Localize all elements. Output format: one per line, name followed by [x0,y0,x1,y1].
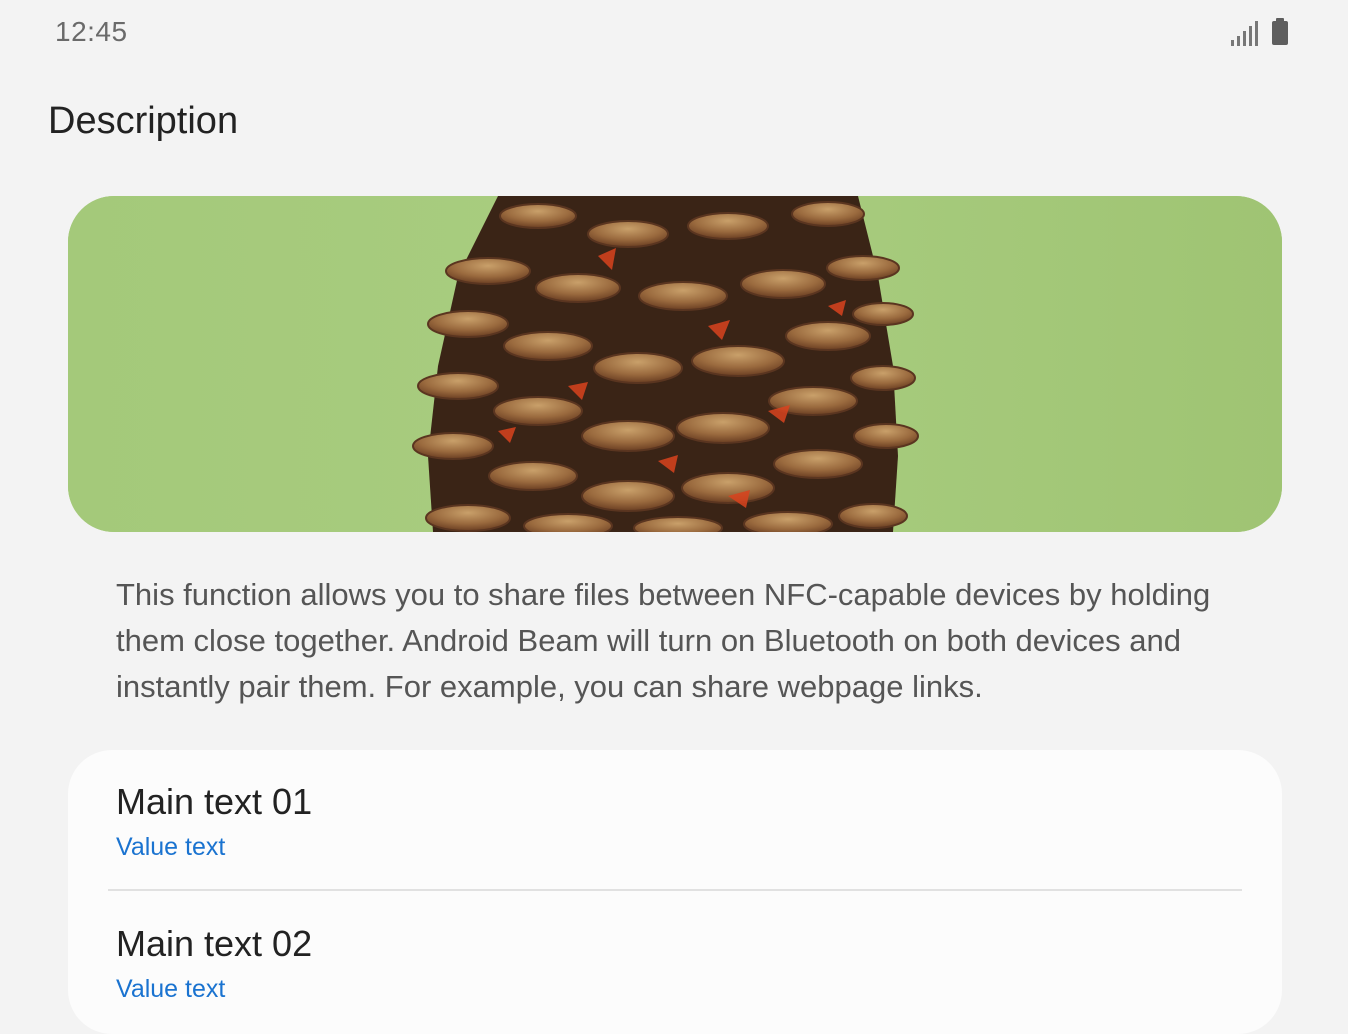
list-item-value-text: Value text [116,833,226,861]
description-text: This function allows you to share files … [116,577,1211,704]
screen: 12:45 Description This function allows y… [0,0,1348,1034]
list-divider [108,889,1242,891]
battery-icon [1272,18,1288,45]
pine-cone-image [68,196,1282,532]
list-item-value-text: Value text [116,975,226,1003]
list-item-main-text: Main text 01 [116,781,313,822]
status-icons [1231,18,1288,46]
status-time: 12:45 [55,16,128,47]
list-item[interactable]: Main text 01 Value text [116,780,312,864]
signal-icon [1231,20,1258,46]
page-title: Description [48,100,239,142]
list-item-main-text: Main text 02 [116,923,313,964]
settings-list-card: Main text 01 Value text Main text 02 Val… [68,750,1282,1034]
hero-image [68,196,1282,532]
list-item[interactable]: Main text 02 Value text [116,922,312,1006]
